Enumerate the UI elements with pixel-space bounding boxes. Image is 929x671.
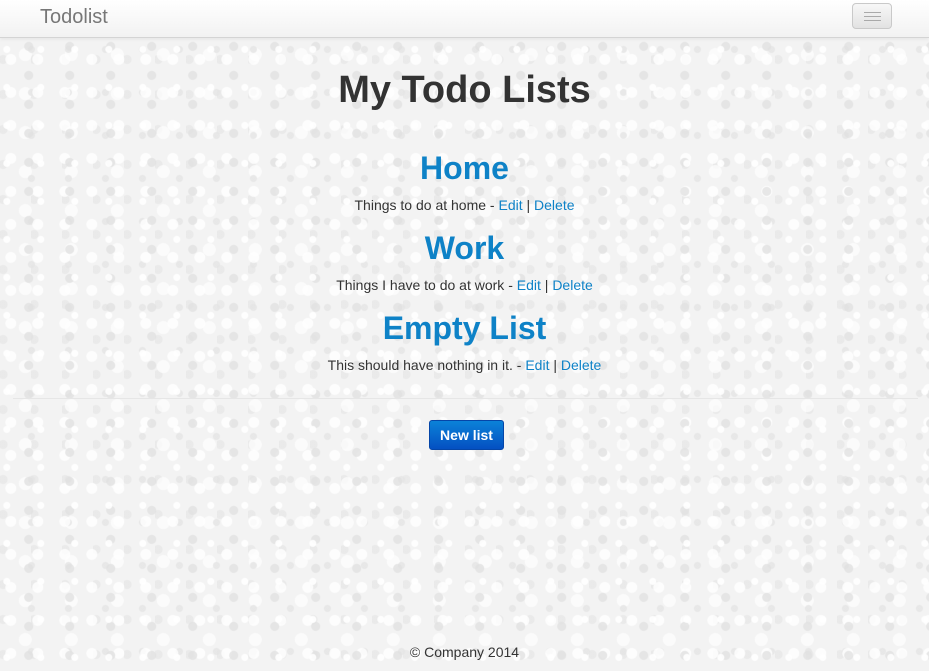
separator: -	[486, 197, 499, 213]
list-description-line: Things to do at home - Edit | Delete	[0, 196, 929, 214]
list-title-link[interactable]: Work	[0, 230, 929, 266]
hamburger-menu-icon-bar	[864, 20, 881, 21]
hamburger-menu-icon	[864, 12, 881, 13]
list-description: Things I have to do at work	[336, 277, 505, 293]
list-item: Home Things to do at home - Edit | Delet…	[0, 150, 929, 214]
hamburger-menu-icon-bar	[864, 16, 881, 17]
pipe-separator: |	[540, 277, 553, 293]
list-description: Things to do at home	[354, 197, 487, 213]
edit-link[interactable]: Edit	[525, 357, 549, 373]
list-item: Empty List This should have nothing in i…	[0, 310, 929, 374]
list-title-link[interactable]: Home	[0, 150, 929, 186]
divider	[13, 398, 918, 399]
list-item: Work Things I have to do at work - Edit …	[0, 230, 929, 294]
navbar: Todolist	[0, 0, 929, 38]
delete-link[interactable]: Delete	[552, 277, 592, 293]
delete-link[interactable]: Delete	[534, 197, 574, 213]
page-title: My Todo Lists	[338, 69, 591, 111]
list-description-line: This should have nothing in it. - Edit |…	[0, 356, 929, 374]
list-description: This should have nothing in it.	[327, 357, 513, 373]
footer-copyright: © Company 2014	[409, 644, 520, 660]
edit-link[interactable]: Edit	[517, 277, 541, 293]
separator: -	[512, 357, 526, 373]
list-title-link[interactable]: Empty List	[0, 310, 929, 346]
pipe-separator: |	[522, 197, 535, 213]
navbar-toggle-button[interactable]	[852, 3, 892, 29]
brand-link[interactable]: Todolist	[40, 6, 108, 28]
pipe-separator: |	[549, 357, 561, 373]
edit-link[interactable]: Edit	[498, 197, 522, 213]
list-description-line: Things I have to do at work - Edit | Del…	[0, 276, 929, 294]
new-list-button[interactable]: New list	[429, 420, 504, 450]
delete-link[interactable]: Delete	[561, 357, 601, 373]
separator: -	[504, 277, 517, 293]
